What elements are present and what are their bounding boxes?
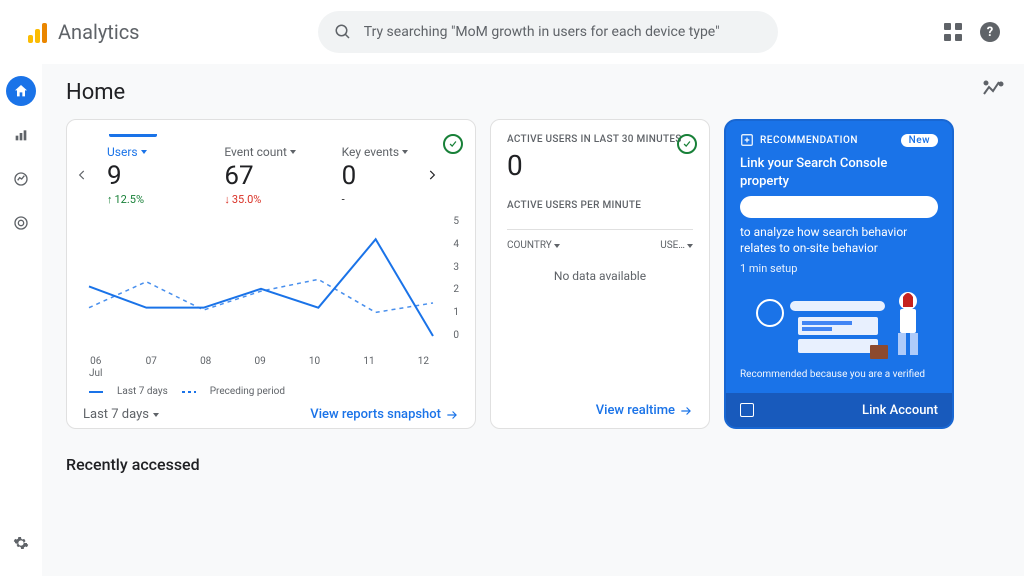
explore-icon — [13, 171, 29, 187]
gear-icon — [13, 535, 29, 551]
arrow-right-icon — [679, 404, 693, 418]
realtime-card: ACTIVE USERS IN LAST 30 MINUTES 0 ACTIVE… — [490, 119, 710, 429]
recommendation-card: RECOMMENDATION New Link your Search Cons… — [724, 119, 954, 429]
home-icon — [13, 83, 29, 99]
view-realtime-link[interactable]: View realtime — [596, 403, 693, 418]
verified-badge — [443, 134, 463, 154]
arrow-up-icon: ↑ — [107, 193, 113, 206]
insights-icon — [982, 80, 1004, 98]
chart-legend: Last 7 days Preceding period — [89, 386, 459, 397]
target-icon — [13, 215, 29, 231]
recommendation-icon — [740, 133, 754, 147]
active-metric-indicator — [109, 134, 157, 137]
search-placeholder: Try searching "MoM growth in users for e… — [364, 24, 720, 40]
verified-badge — [677, 134, 697, 154]
check-icon — [448, 139, 458, 149]
realtime-value: 0 — [507, 149, 693, 182]
search-input[interactable]: Try searching "MoM growth in users for e… — [318, 11, 778, 53]
nav-home[interactable] — [6, 76, 36, 106]
page-title: Home — [66, 80, 1000, 105]
brand-logo[interactable]: Analytics — [16, 16, 152, 48]
no-data-message: No data available — [507, 269, 693, 283]
metric-event-count[interactable]: Event count 67 ↓35.0% — [224, 145, 341, 206]
view-reports-snapshot-link[interactable]: View reports snapshot — [310, 407, 459, 422]
metrics-next[interactable] — [423, 166, 441, 184]
brand-name: Analytics — [58, 20, 140, 44]
property-input[interactable] — [740, 196, 938, 218]
recommendation-illustration — [740, 283, 938, 363]
insights-button[interactable] — [982, 80, 1004, 102]
per-minute-heading: ACTIVE USERS PER MINUTE — [507, 200, 693, 211]
metric-users[interactable]: Users 9 ↑12.5% — [107, 145, 224, 206]
nav-reports[interactable] — [6, 120, 36, 150]
recommendation-title: Link your Search Console property — [740, 155, 938, 190]
recommendation-subtitle: to analyze how search behavior relates t… — [740, 224, 938, 256]
reports-icon — [13, 127, 29, 143]
arrow-down-icon: ↓ — [224, 193, 230, 206]
country-column[interactable]: COUNTRY — [507, 240, 560, 251]
date-range-selector[interactable]: Last 7 days — [83, 407, 159, 422]
users-column[interactable]: USE… — [660, 240, 693, 251]
nav-advertising[interactable] — [6, 208, 36, 238]
recommendation-reason: Recommended because you are a verified — [740, 369, 938, 380]
search-icon — [334, 23, 352, 41]
check-icon — [682, 139, 692, 149]
overview-card: Users 9 ↑12.5% Event count 67 ↓35.0% Key… — [66, 119, 476, 429]
users-line-chart: 543210 — [83, 216, 459, 356]
arrow-right-icon — [445, 408, 459, 422]
new-badge: New — [901, 134, 938, 147]
recently-accessed-heading: Recently accessed — [66, 455, 1000, 474]
nav-admin[interactable] — [6, 528, 36, 558]
analytics-logo-icon — [28, 21, 50, 43]
link-account-button[interactable]: Link Account — [862, 403, 938, 418]
metrics-prev[interactable] — [73, 166, 91, 184]
help-icon[interactable]: ? — [980, 22, 1000, 42]
setup-time: 1 min setup — [740, 262, 938, 275]
divider — [507, 229, 693, 230]
metric-key-events[interactable]: Key events 0 - — [342, 145, 459, 206]
apps-icon[interactable] — [944, 23, 962, 41]
realtime-heading: ACTIVE USERS IN LAST 30 MINUTES — [507, 134, 693, 145]
nav-explore[interactable] — [6, 164, 36, 194]
expand-icon[interactable] — [740, 403, 754, 417]
